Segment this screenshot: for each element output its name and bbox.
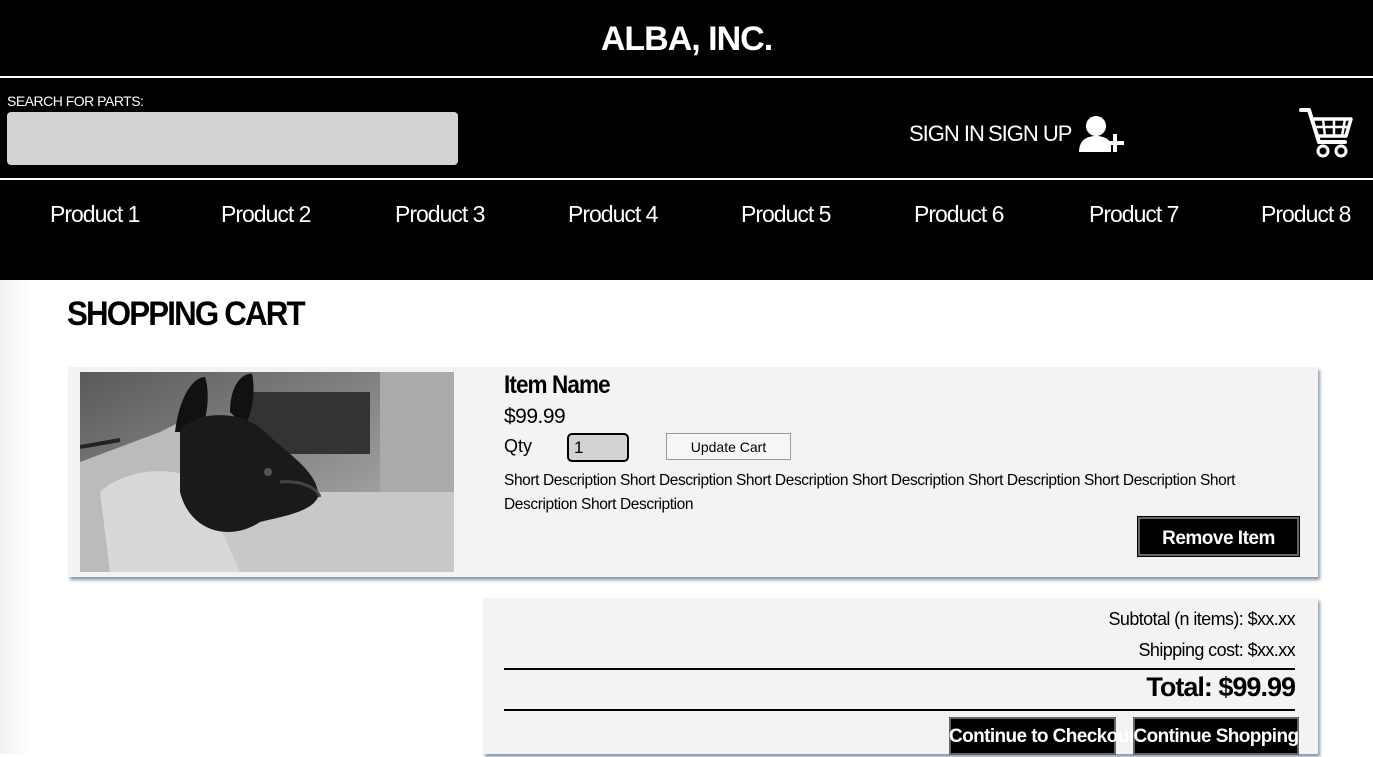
sign-up-link[interactable]: SIGN UP [988, 121, 1072, 147]
summary-divider-top [504, 668, 1295, 670]
summary-divider-bottom [504, 709, 1295, 711]
item-description: Short Description Short Description Shor… [504, 472, 1235, 513]
nav-product-8[interactable]: Product 8 [1261, 201, 1351, 228]
update-cart-button[interactable]: Update Cart [666, 433, 791, 460]
subtotal-line: Subtotal (n items): $xx.xx [1108, 609, 1296, 629]
add-user-icon[interactable] [1077, 114, 1131, 154]
order-total: Total: $99.99 [1146, 672, 1296, 702]
qty-label: Qty [504, 436, 533, 456]
shipping-line: Shipping cost: $xx.xx [1138, 640, 1296, 660]
shopping-cart-icon[interactable] [1299, 106, 1353, 160]
nav-product-2[interactable]: Product 2 [221, 201, 311, 228]
product-image[interactable] [80, 372, 454, 572]
nav-product-7[interactable]: Product 7 [1089, 201, 1179, 228]
product-nav [0, 180, 1373, 280]
nav-product-1[interactable]: Product 1 [50, 201, 140, 228]
continue-to-checkout-button[interactable]: Continue to Checkout [949, 717, 1135, 755]
nav-product-4[interactable]: Product 4 [568, 201, 658, 228]
item-price: $99.99 [504, 405, 566, 428]
brand-title[interactable]: ALBA, INC. [0, 20, 1373, 59]
search-input[interactable] [7, 112, 458, 165]
remove-item-button[interactable]: Remove Item [1138, 517, 1299, 556]
qty-input[interactable] [567, 433, 629, 462]
search-label: SEARCH FOR PARTS: [7, 93, 144, 109]
page-edge-shade [0, 280, 30, 754]
item-name[interactable]: Item Name [504, 371, 611, 400]
sign-in-link[interactable]: SIGN IN [909, 121, 985, 147]
page-title: SHOPPING CART [67, 295, 306, 333]
nav-product-6[interactable]: Product 6 [914, 201, 1004, 228]
nav-product-5[interactable]: Product 5 [741, 201, 831, 228]
nav-product-3[interactable]: Product 3 [395, 201, 485, 228]
continue-shopping-button[interactable]: Continue Shopping [1133, 717, 1299, 755]
